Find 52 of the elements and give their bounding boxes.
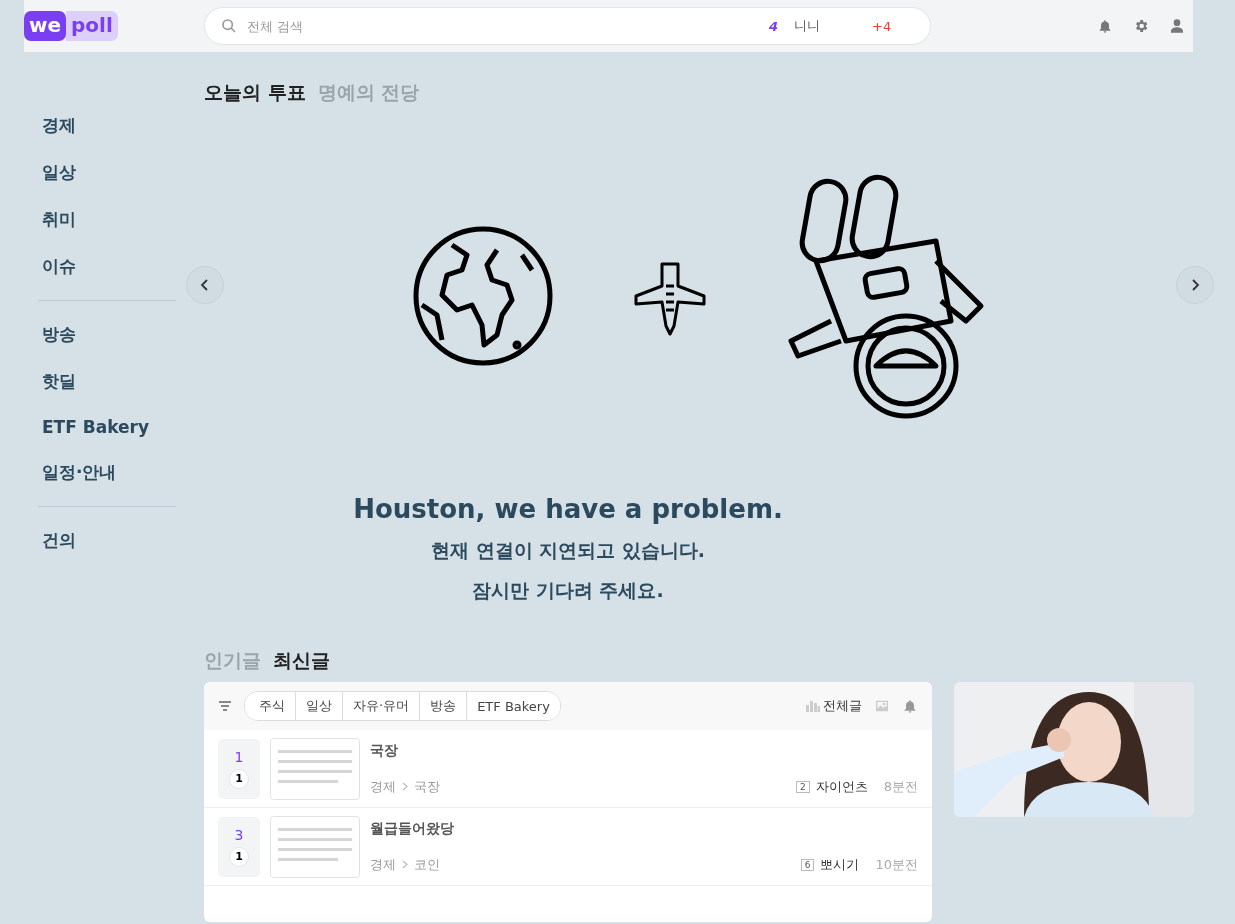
- post-category: 경제: [370, 855, 396, 874]
- post-category: 경제: [370, 777, 396, 796]
- next-button[interactable]: [1176, 266, 1214, 304]
- post-author[interactable]: 자이언츠: [815, 777, 868, 796]
- bar-chart-icon: [806, 700, 820, 712]
- settings-icon[interactable]: [1133, 18, 1149, 34]
- post-subcategory: 코인: [414, 855, 440, 874]
- sidebar-item[interactable]: 취미: [38, 196, 176, 243]
- user-points: +4: [872, 18, 892, 34]
- error-message: 잠시만 기다려 주세요.: [471, 578, 665, 603]
- user-level: 4: [769, 18, 779, 34]
- previous-button[interactable]: [186, 266, 224, 304]
- filter-icon[interactable]: [218, 700, 232, 712]
- chevron-right-icon: [1189, 279, 1201, 291]
- sidebar-item[interactable]: 일상: [38, 149, 176, 196]
- sidebar-item[interactable]: 이슈: [38, 243, 176, 290]
- section-tab[interactable]: 오늘의 투표: [204, 80, 306, 106]
- chevron-right-icon: [402, 860, 408, 869]
- chevron-right-icon: [402, 782, 408, 791]
- notification-icon[interactable]: [902, 698, 918, 714]
- category-filter[interactable]: ETF Bakery: [466, 692, 560, 720]
- chevron-left-icon: [199, 279, 211, 291]
- post-title[interactable]: 국장: [370, 741, 918, 760]
- sidebar-item[interactable]: 일정·안내: [38, 449, 176, 496]
- sidebar-item[interactable]: 핫딜: [38, 358, 176, 405]
- comment-count: 1: [229, 768, 249, 789]
- sidebar-item[interactable]: 경제: [38, 102, 176, 149]
- error-message: 현재 연결이 지연되고 있습니다.: [429, 538, 707, 563]
- sidebar-item[interactable]: 건의: [38, 517, 176, 564]
- search-field[interactable]: 전체 검색 4 니니 +4: [204, 7, 931, 45]
- post-time: 8분전: [883, 777, 918, 796]
- user-name[interactable]: 니니: [794, 17, 865, 35]
- post-subcategory: 국장: [414, 777, 440, 796]
- comment-count: 1: [229, 846, 249, 867]
- globe-icon: [412, 225, 554, 367]
- post-author[interactable]: 뽀시기: [820, 855, 860, 874]
- notification-icon[interactable]: [1097, 18, 1113, 34]
- post-title[interactable]: 월급들어왔당: [370, 819, 918, 838]
- vote-count: 3: [234, 826, 244, 843]
- section-tab[interactable]: 최신글: [273, 648, 330, 674]
- vote-count: 1: [234, 748, 244, 765]
- post-time: 10분전: [875, 855, 918, 874]
- user-icon[interactable]: [1169, 18, 1185, 34]
- sidebar-item[interactable]: 방송: [38, 311, 176, 358]
- logo-text[interactable]: poll: [66, 11, 118, 41]
- search-icon: [221, 18, 237, 34]
- logo-text[interactable]: we: [24, 11, 67, 41]
- error-title: Houston, we have a problem.: [352, 494, 784, 524]
- sidebar-item[interactable]: ETF Bakery: [38, 405, 176, 449]
- all-posts-button[interactable]: 전체글: [806, 697, 862, 715]
- author-level: 6: [800, 858, 815, 871]
- author-level: 2: [796, 780, 810, 793]
